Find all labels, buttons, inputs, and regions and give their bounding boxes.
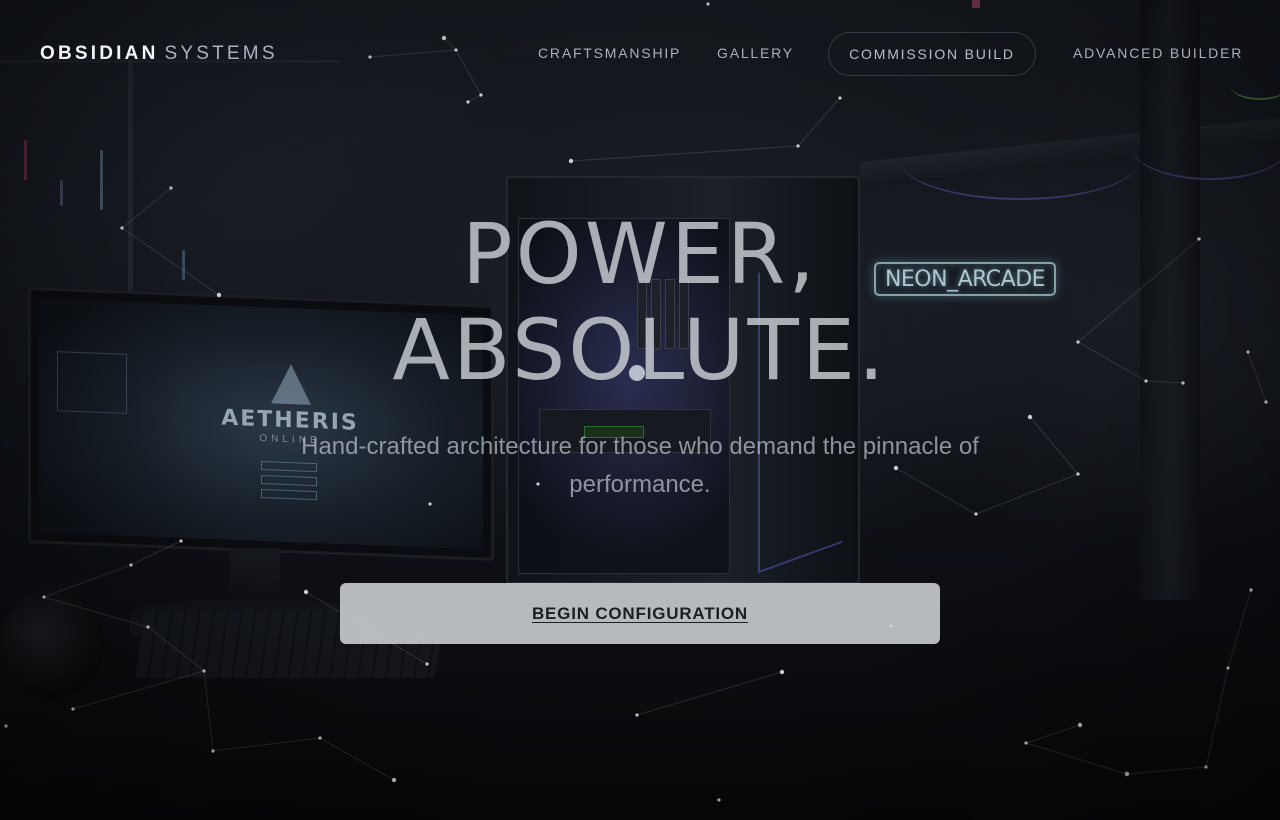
brand-logo[interactable]: OBSIDIAN SYSTEMS — [40, 43, 278, 65]
particle-dot — [568, 158, 574, 164]
nav-link-craftsmanship[interactable]: CRAFTSMANSHIP — [538, 45, 681, 61]
particle-dot — [1077, 722, 1083, 728]
particle-link — [1126, 766, 1207, 775]
particle-dot — [974, 512, 978, 516]
particle-link — [570, 145, 799, 162]
particle-dot — [1226, 666, 1230, 670]
nav-link-advanced-builder[interactable]: ADVANCED BUILDER — [1073, 45, 1243, 61]
top-navigation: OBSIDIAN SYSTEMS CRAFTSMANSHIP GALLERY CO… — [0, 0, 1280, 106]
particle-dot — [1249, 588, 1253, 592]
ceiling-cable — [1130, 110, 1280, 180]
begin-configuration-button[interactable]: BEGIN CONFIGURATION — [340, 583, 940, 644]
ceiling-cable — [900, 120, 1140, 200]
hero-background-scene: NEON_ARCADE AETHERIS ONLINE — [0, 0, 1280, 820]
particle-dot — [129, 563, 133, 567]
particle-link — [975, 473, 1079, 515]
cta-label: BEGIN CONFIGURATION — [531, 603, 749, 623]
brand-name-light: SYSTEMS — [164, 43, 278, 64]
hero-subtitle: Hand-crafted architecture for those who … — [301, 433, 979, 498]
hero-title-line-1: POWER, — [462, 205, 818, 303]
particle-dot — [1027, 414, 1033, 420]
particle-link — [1029, 416, 1079, 475]
city-light — [100, 150, 103, 210]
particle-dot — [1024, 741, 1028, 745]
city-light — [24, 140, 27, 180]
brand-name-strong: OBSIDIAN — [40, 43, 159, 64]
particle-dot — [1204, 765, 1208, 769]
particle-dot — [796, 144, 800, 148]
hero-title-line-2: ABSOLUTE. — [392, 301, 888, 399]
particle-dot — [1076, 472, 1080, 476]
monitor-stand — [230, 548, 280, 608]
particle-link — [1205, 667, 1229, 768]
city-light — [60, 180, 63, 206]
particle-dot — [1264, 400, 1268, 404]
nav-link-gallery[interactable]: GALLERY — [717, 45, 794, 61]
particle-link — [1025, 724, 1081, 744]
particle-link — [1025, 742, 1128, 775]
particle-link — [1227, 589, 1252, 669]
nav-button-commission-build[interactable]: COMMISSION BUILD — [828, 32, 1036, 76]
nav-button-label: COMMISSION BUILD — [849, 46, 1015, 62]
headphones — [0, 588, 104, 700]
particle-dot — [1124, 771, 1130, 777]
